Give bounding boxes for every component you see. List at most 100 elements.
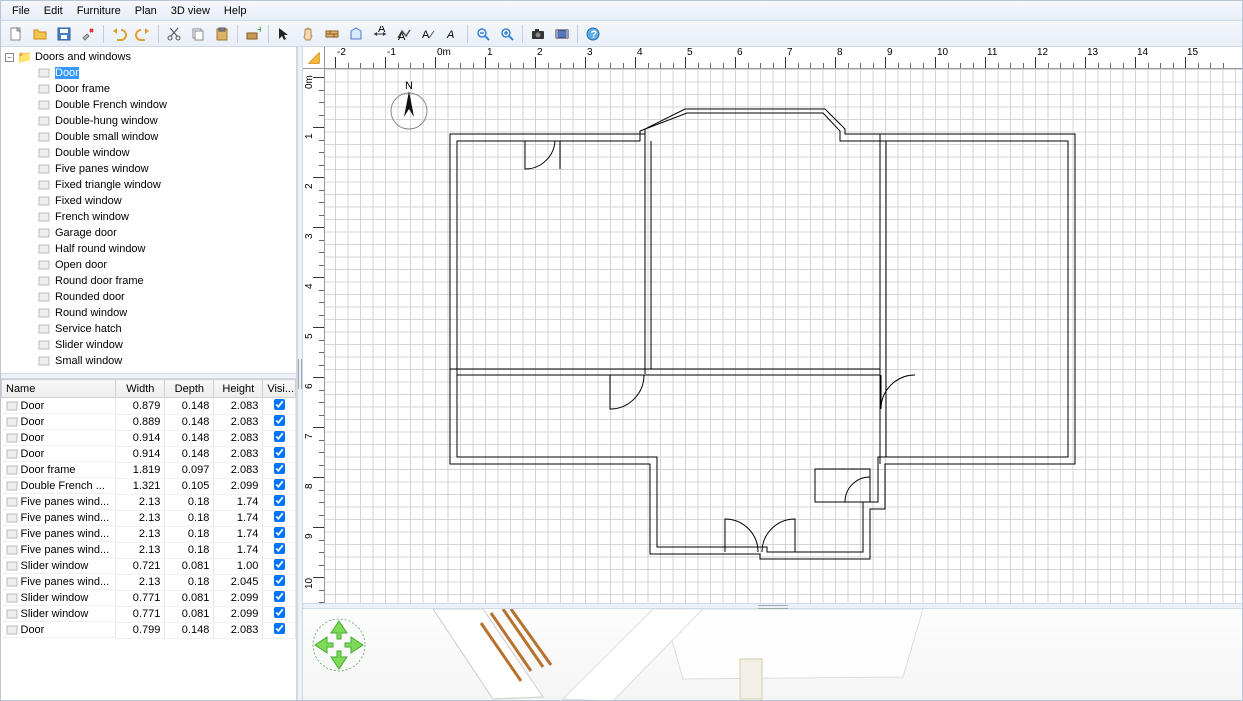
visible-checkbox[interactable] bbox=[274, 607, 285, 618]
cell-visible[interactable] bbox=[263, 414, 296, 430]
menu-help[interactable]: Help bbox=[217, 3, 254, 19]
menu-file[interactable]: File bbox=[5, 3, 37, 19]
visible-checkbox[interactable] bbox=[274, 543, 285, 554]
create-wall-icon[interactable] bbox=[321, 23, 343, 45]
visible-checkbox[interactable] bbox=[274, 399, 285, 410]
table-row[interactable]: Five panes wind...2.130.182.045 bbox=[2, 574, 296, 590]
visible-checkbox[interactable] bbox=[274, 495, 285, 506]
preferences-icon[interactable] bbox=[77, 23, 99, 45]
catalog-item[interactable]: Five panes window bbox=[1, 161, 296, 177]
catalog-item[interactable]: Round window bbox=[1, 305, 296, 321]
cell-visible[interactable] bbox=[263, 430, 296, 446]
cell-visible[interactable] bbox=[263, 398, 296, 415]
visible-checkbox[interactable] bbox=[274, 431, 285, 442]
menu-furniture[interactable]: Furniture bbox=[70, 3, 128, 19]
cell-visible[interactable] bbox=[263, 494, 296, 510]
visible-checkbox[interactable] bbox=[274, 479, 285, 490]
menu-edit[interactable]: Edit bbox=[37, 3, 70, 19]
table-row[interactable]: Door0.9140.1482.083 bbox=[2, 446, 296, 462]
catalog-item[interactable]: Double French window bbox=[1, 97, 296, 113]
cell-visible[interactable] bbox=[263, 542, 296, 558]
cell-visible[interactable] bbox=[263, 478, 296, 494]
visible-checkbox[interactable] bbox=[274, 623, 285, 634]
create-text-icon[interactable]: A bbox=[441, 23, 463, 45]
col-header-name[interactable]: Name bbox=[2, 380, 116, 398]
save-icon[interactable] bbox=[53, 23, 75, 45]
video-icon[interactable] bbox=[551, 23, 573, 45]
catalog-item[interactable]: Service hatch bbox=[1, 321, 296, 337]
pan-tool-icon[interactable] bbox=[297, 23, 319, 45]
visible-checkbox[interactable] bbox=[274, 527, 285, 538]
catalog-item[interactable]: Half round window bbox=[1, 241, 296, 257]
new-file-icon[interactable] bbox=[5, 23, 27, 45]
zoom-out-icon[interactable] bbox=[472, 23, 494, 45]
visible-checkbox[interactable] bbox=[274, 511, 285, 522]
paste-icon[interactable] bbox=[211, 23, 233, 45]
table-row[interactable]: Five panes wind...2.130.181.74 bbox=[2, 542, 296, 558]
open-folder-icon[interactable] bbox=[29, 23, 51, 45]
cell-visible[interactable] bbox=[263, 558, 296, 574]
visible-checkbox[interactable] bbox=[274, 591, 285, 602]
table-row[interactable]: Double French ...1.3210.1052.099 bbox=[2, 478, 296, 494]
menu-plan[interactable]: Plan bbox=[128, 3, 164, 19]
catalog-item[interactable]: Double small window bbox=[1, 129, 296, 145]
arrow-up-icon[interactable] bbox=[331, 621, 347, 639]
table-row[interactable]: Five panes wind...2.130.181.74 bbox=[2, 526, 296, 542]
menu-3d-view[interactable]: 3D view bbox=[164, 3, 217, 19]
cell-visible[interactable] bbox=[263, 606, 296, 622]
help-icon[interactable]: ? bbox=[582, 23, 604, 45]
col-header-width[interactable]: Width bbox=[116, 380, 165, 398]
table-row[interactable]: Five panes wind...2.130.181.74 bbox=[2, 510, 296, 526]
add-furniture-icon[interactable]: + bbox=[242, 23, 264, 45]
create-text-label-icon[interactable]: A bbox=[417, 23, 439, 45]
table-row[interactable]: Door frame1.8190.0972.083 bbox=[2, 462, 296, 478]
catalog-item[interactable]: Fixed window bbox=[1, 193, 296, 209]
visible-checkbox[interactable] bbox=[274, 559, 285, 570]
catalog-item[interactable]: Door bbox=[1, 65, 296, 81]
catalog-item[interactable]: Slider window bbox=[1, 337, 296, 353]
table-row[interactable]: Door0.8890.1482.083 bbox=[2, 414, 296, 430]
table-row[interactable]: Slider window0.7710.0812.099 bbox=[2, 590, 296, 606]
col-header-height[interactable]: Height bbox=[214, 380, 263, 398]
cut-icon[interactable] bbox=[163, 23, 185, 45]
view-3d[interactable] bbox=[303, 609, 1242, 700]
catalog-item[interactable]: Garage door bbox=[1, 225, 296, 241]
table-row[interactable]: Slider window0.7210.0811.00 bbox=[2, 558, 296, 574]
plan-2d-view[interactable]: -2-10m123456789101112131415 0m1234567891… bbox=[303, 47, 1242, 603]
visible-checkbox[interactable] bbox=[274, 575, 285, 586]
arrow-down-icon[interactable] bbox=[331, 651, 347, 669]
plan-grid-canvas[interactable]: N bbox=[325, 69, 1242, 603]
undo-icon[interactable] bbox=[108, 23, 130, 45]
catalog-category-doors-windows[interactable]: − 📁 Doors and windows bbox=[1, 49, 296, 65]
create-room-icon[interactable] bbox=[345, 23, 367, 45]
catalog-item[interactable]: Door frame bbox=[1, 81, 296, 97]
table-row[interactable]: Door0.7990.1482.083 bbox=[2, 622, 296, 638]
catalog-item[interactable]: Double-hung window bbox=[1, 113, 296, 129]
table-row[interactable]: Door0.9140.1482.083 bbox=[2, 430, 296, 446]
cell-visible[interactable] bbox=[263, 446, 296, 462]
visible-checkbox[interactable] bbox=[274, 447, 285, 458]
col-header-depth[interactable]: Depth bbox=[165, 380, 214, 398]
catalog-item[interactable]: French window bbox=[1, 209, 296, 225]
redo-icon[interactable] bbox=[132, 23, 154, 45]
visible-checkbox[interactable] bbox=[274, 463, 285, 474]
catalog-item[interactable]: Fixed triangle window bbox=[1, 177, 296, 193]
table-row[interactable]: Slider window0.7710.0812.099 bbox=[2, 606, 296, 622]
visible-checkbox[interactable] bbox=[274, 415, 285, 426]
cell-visible[interactable] bbox=[263, 510, 296, 526]
create-polyline-icon[interactable]: A bbox=[393, 23, 415, 45]
catalog-item[interactable]: Open door bbox=[1, 257, 296, 273]
copy-icon[interactable] bbox=[187, 23, 209, 45]
cell-visible[interactable] bbox=[263, 526, 296, 542]
table-row[interactable]: Five panes wind...2.130.181.74 bbox=[2, 494, 296, 510]
arrow-left-icon[interactable] bbox=[315, 637, 333, 653]
ruler-corner[interactable] bbox=[303, 47, 325, 69]
zoom-in-icon[interactable] bbox=[496, 23, 518, 45]
select-tool-icon[interactable] bbox=[273, 23, 295, 45]
arrow-right-icon[interactable] bbox=[345, 637, 363, 653]
catalog-item[interactable]: Round door frame bbox=[1, 273, 296, 289]
cell-visible[interactable] bbox=[263, 622, 296, 638]
cell-visible[interactable] bbox=[263, 590, 296, 606]
cell-visible[interactable] bbox=[263, 462, 296, 478]
table-row[interactable]: Door0.8790.1482.083 bbox=[2, 398, 296, 415]
